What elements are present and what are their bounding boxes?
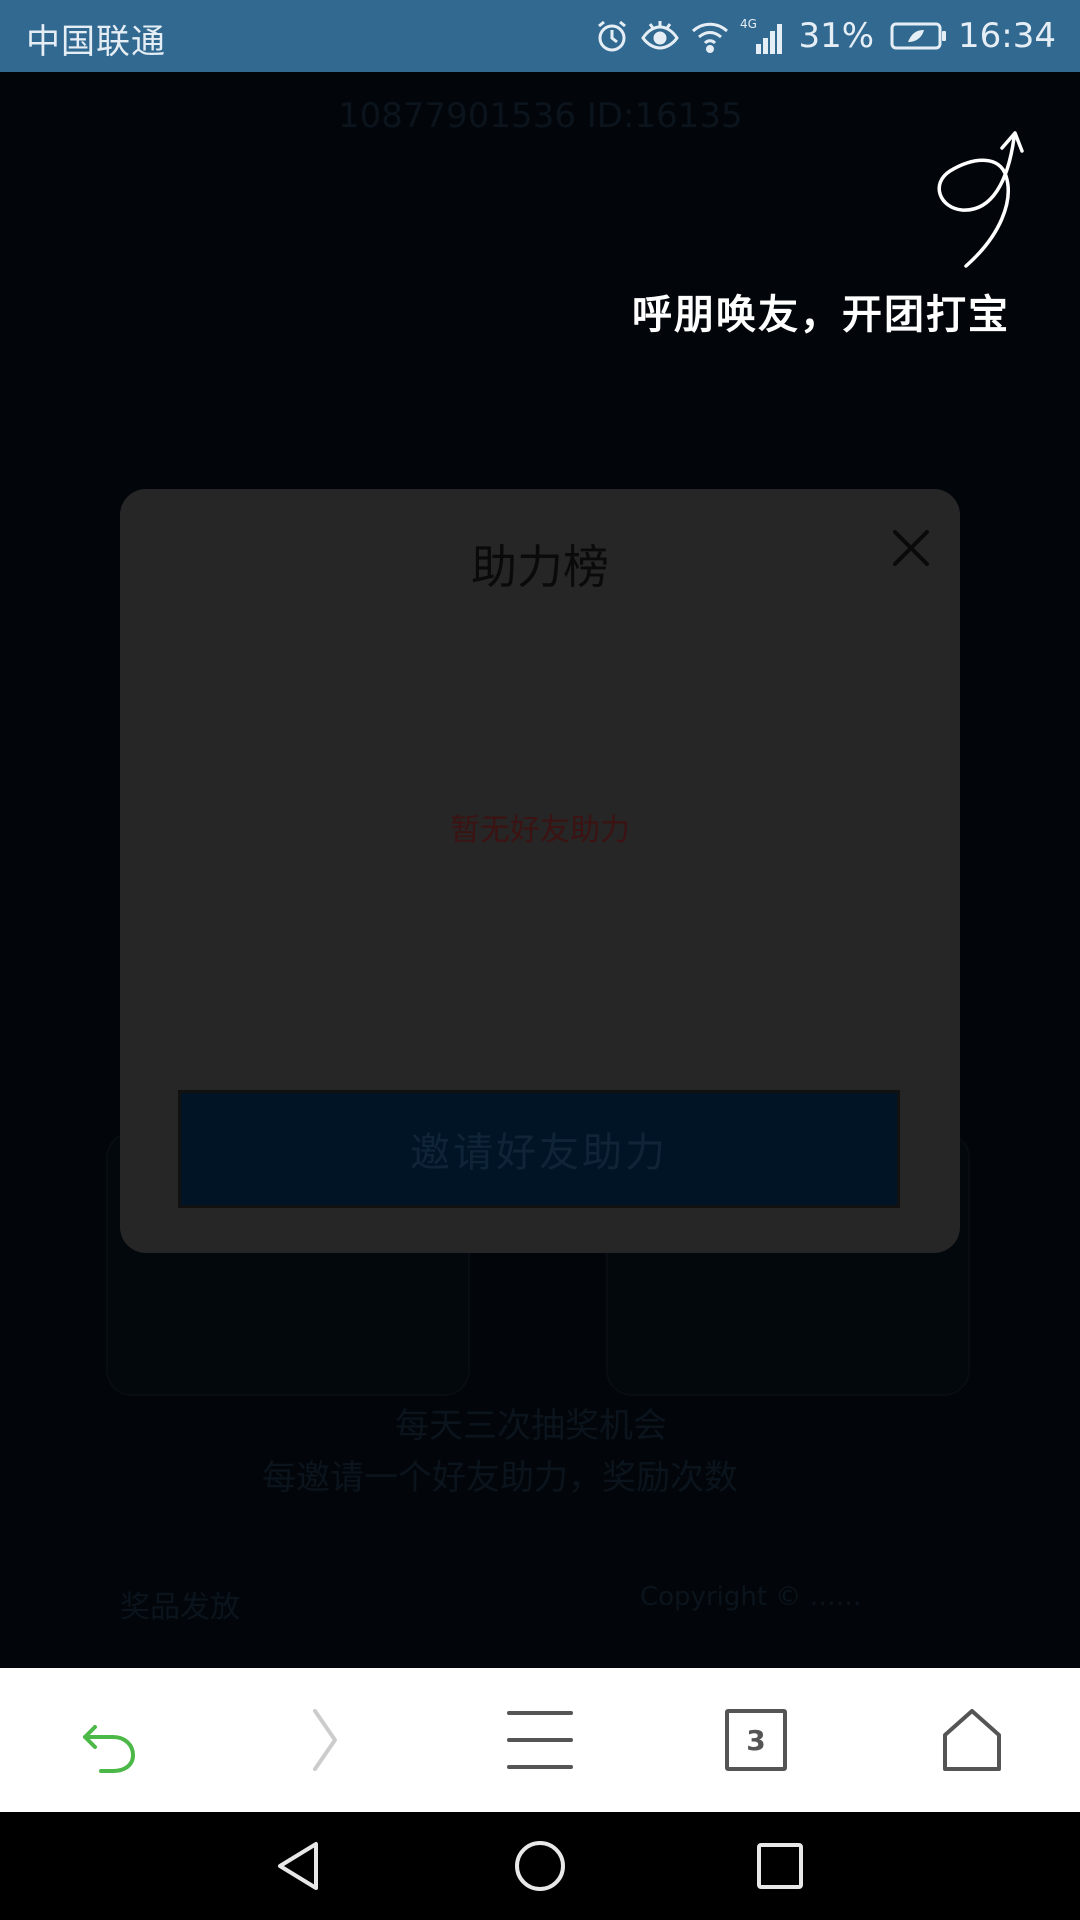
rules-line-2: 每邀请一个好友助力，奖励次数 (262, 1458, 738, 1498)
rules-line-1: 每天三次抽奖机会 (395, 1406, 667, 1446)
tabs-icon: 3 (725, 1709, 787, 1771)
user-id-text: 10877901536 ID:16135 (338, 96, 743, 136)
menu-icon (507, 1711, 573, 1769)
home-icon (943, 1709, 1001, 1771)
close-button[interactable] (880, 517, 942, 579)
forward-button[interactable] (216, 1668, 432, 1812)
wifi-icon (690, 18, 730, 54)
close-icon (893, 530, 929, 566)
forward-icon (313, 1709, 337, 1771)
network-type-label: 4G (740, 17, 757, 31)
menu-button[interactable] (432, 1668, 648, 1812)
alarm-icon (594, 18, 630, 54)
battery-icon (890, 21, 948, 51)
invite-friends-button[interactable]: 邀请好友助力 (178, 1090, 900, 1208)
eye-comfort-icon (640, 18, 680, 54)
curved-arrow-icon (937, 131, 1024, 268)
status-bar: 中国联通 4G 31% 16:34 (0, 0, 1080, 72)
nav-home-button[interactable] (460, 1812, 620, 1920)
battery-percentage: 31% (798, 16, 875, 56)
tabs-button[interactable]: 3 (648, 1668, 864, 1812)
clock: 16:34 (958, 16, 1056, 56)
nav-home-icon (515, 1841, 565, 1891)
prize-delivery-link: 奖品发放 (120, 1590, 240, 1625)
nav-back-icon (278, 1842, 318, 1890)
carrier-name: 中国联通 (26, 22, 166, 62)
back-button[interactable] (0, 1668, 216, 1812)
nav-recents-icon (757, 1843, 803, 1889)
nav-back-button[interactable] (220, 1812, 380, 1920)
home-button[interactable] (864, 1668, 1080, 1812)
copyright-text: Copyright © …… (640, 1582, 862, 1612)
back-icon (83, 1725, 136, 1773)
share-hint-text: 呼朋唤友，开团打宝 (632, 292, 1010, 338)
help-ranking-modal: 助力榜 暂无好友助力 邀请好友助力 (120, 489, 960, 1253)
signal-icon: 4G (740, 16, 786, 56)
system-nav-bar (0, 1812, 1080, 1920)
browser-toolbar: 3 (0, 1668, 1080, 1812)
status-icons: 4G 31% 16:34 (594, 0, 1056, 72)
modal-title: 助力榜 (471, 540, 609, 594)
empty-state-text: 暂无好友助力 (450, 813, 630, 848)
nav-recents-button[interactable] (700, 1812, 860, 1920)
